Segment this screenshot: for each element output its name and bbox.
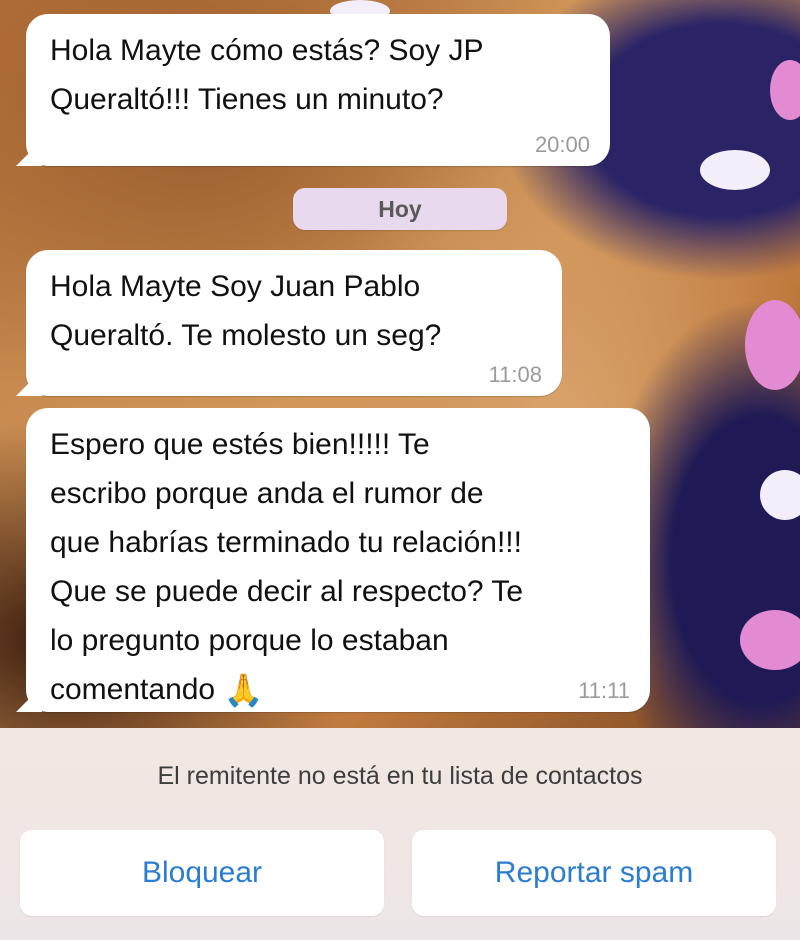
- message-text: Hola Mayte cómo estás? Soy JP Queraltó!!…: [50, 34, 484, 116]
- incoming-message-bubble[interactable]: Hola Mayte Soy Juan Pablo Queraltó. Te m…: [16, 250, 562, 396]
- block-button[interactable]: Bloquear: [20, 830, 384, 916]
- wallpaper-pattern: [740, 610, 800, 670]
- date-separator: Hoy: [293, 188, 507, 230]
- incoming-message-bubble[interactable]: Espero que estés bien!!!!! Te escribo po…: [16, 408, 650, 715]
- wallpaper-pattern: [700, 150, 770, 190]
- message-timestamp: 11:08: [488, 362, 542, 387]
- wallpaper-pattern: [770, 60, 800, 120]
- message-body: Espero que estés bien!!!!! Te escribo po…: [50, 428, 524, 706]
- praying-hands-emoji: 🙏: [223, 672, 264, 708]
- message-timestamp: 20:00: [534, 132, 590, 157]
- message-text: Hola Mayte Soy Juan Pablo Queraltó. Te m…: [50, 270, 442, 352]
- report-spam-button[interactable]: Reportar spam: [412, 830, 776, 916]
- incoming-message-bubble[interactable]: Hola Mayte cómo estás? Soy JP Queraltó!!…: [16, 14, 610, 166]
- wallpaper-pattern: [760, 470, 800, 520]
- message-text: Espero que estés bien!!!!! Te escribo po…: [50, 420, 630, 715]
- message-timestamp: 11:11: [578, 678, 630, 703]
- wallpaper-pattern: [745, 300, 800, 390]
- unknown-sender-notice: El remitente no está en tu lista de cont…: [157, 762, 643, 790]
